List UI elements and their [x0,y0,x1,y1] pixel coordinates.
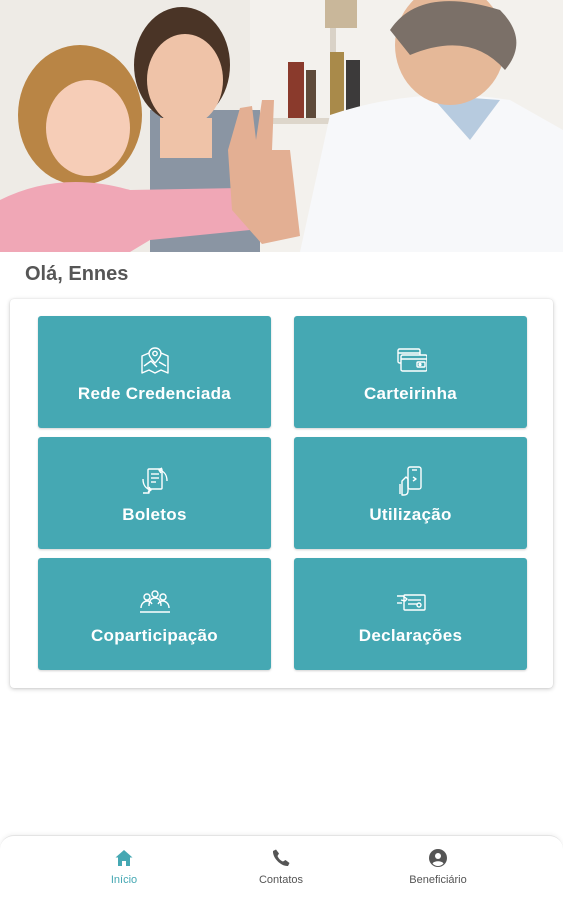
nav-label-beneficiario: Beneficiário [409,874,467,886]
nav-item-contatos[interactable]: Contatos [221,848,341,886]
phone-icon [271,848,291,868]
bill-exchange-icon [139,465,171,497]
map-pin-icon [139,344,171,376]
nav-label-contatos: Contatos [258,874,304,886]
wallet-card-icon [395,344,427,376]
hero-image [0,0,563,252]
boletos-label: Boletos [122,505,187,524]
declaracoes-button[interactable]: Declarações [294,558,527,670]
boletos-button[interactable]: Boletos [38,437,271,549]
carteirinha-button[interactable]: Carteirinha [294,316,527,428]
declaracoes-label: Declarações [358,626,463,645]
rede-credenciada-button[interactable]: Rede Credenciada [38,316,271,428]
document-hand-icon [395,586,427,618]
services-card: Rede Credenciada Carteirinha Boletos Uti… [10,299,553,688]
user-circle-icon [428,848,448,868]
rede-credenciada-label: Rede Credenciada [77,384,232,403]
nav-item-beneficiario[interactable]: Beneficiário [378,848,498,886]
coparticipacao-button[interactable]: Coparticipação [38,558,271,670]
greeting-text: Olá, Ennes [25,263,129,285]
carteirinha-label: Carteirinha [363,384,458,403]
coparticipacao-label: Coparticipação [90,626,218,645]
nav-label-inicio: Início [110,874,138,886]
people-group-icon [139,586,171,618]
nav-item-inicio[interactable]: Início [64,848,184,886]
utilizacao-label: Utilização [369,505,452,524]
phone-usage-icon [395,465,427,497]
utilizacao-button[interactable]: Utilização [294,437,527,549]
bottom-navigation: Início Contatos Beneficiário [0,835,563,900]
home-icon [114,848,134,868]
